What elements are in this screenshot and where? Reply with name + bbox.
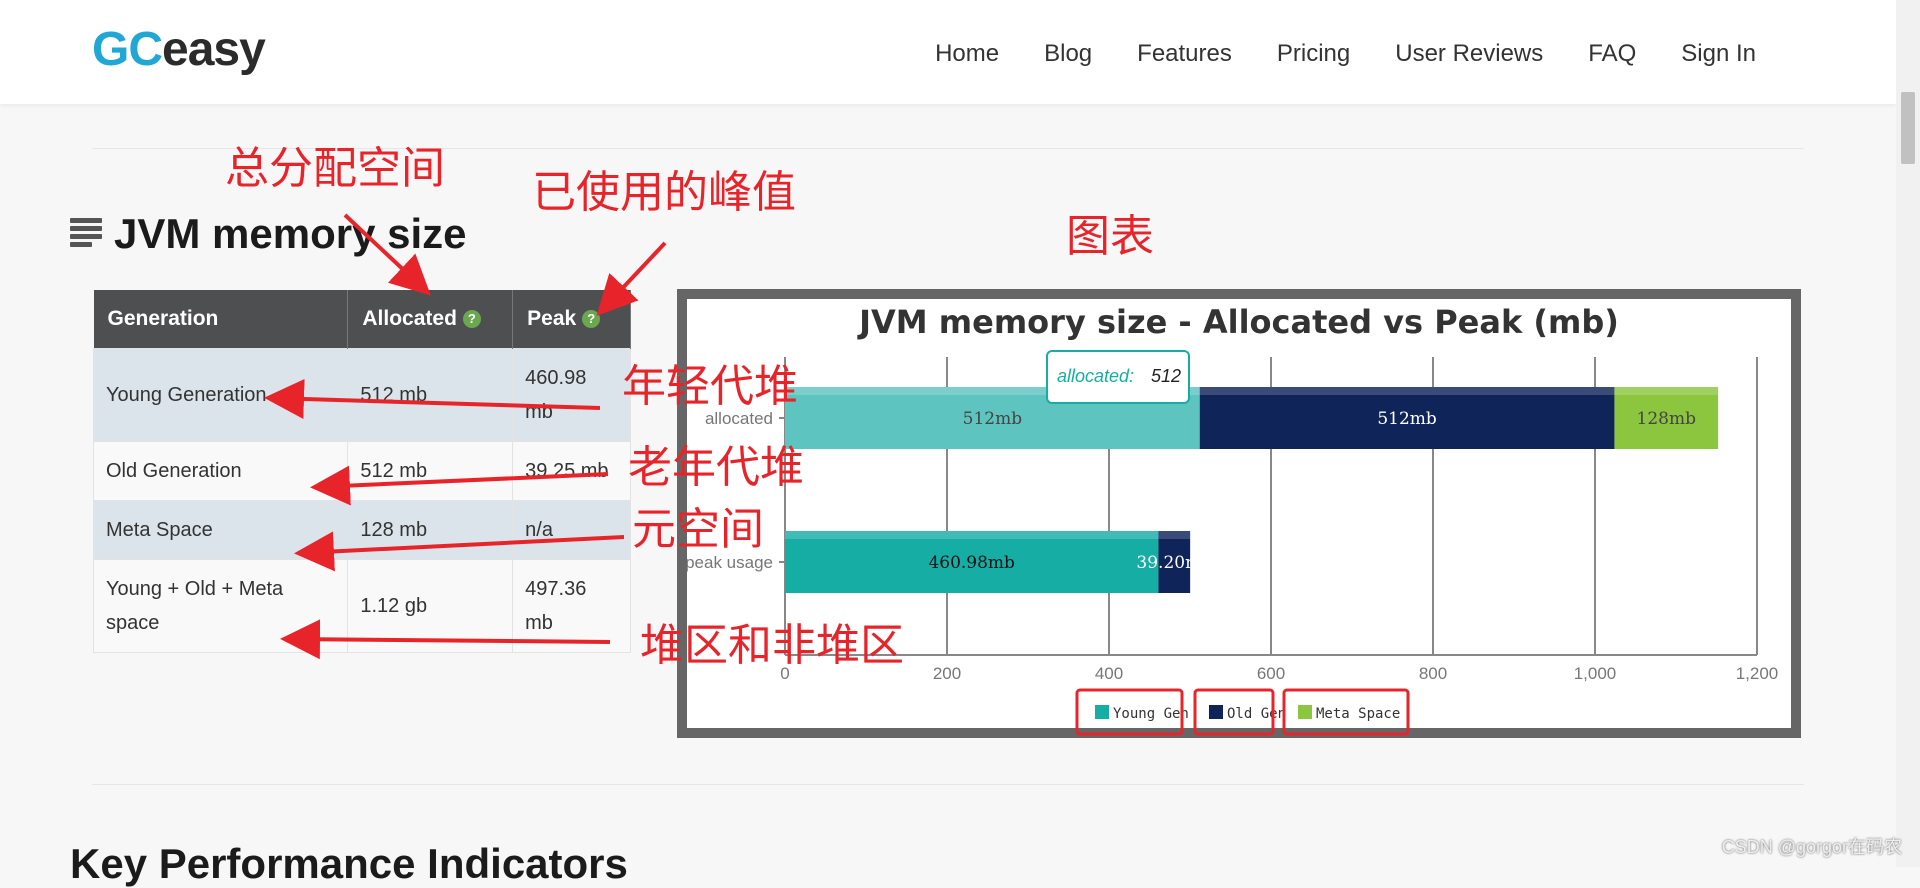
x-tick-label: 800	[1419, 664, 1447, 683]
nav-user-reviews[interactable]: User Reviews	[1395, 40, 1543, 68]
cell-peak: 39.25 mb	[512, 441, 631, 501]
watermark: CSDN @gorgor在码农	[1721, 837, 1902, 857]
table-header-row: Generation Allocated? Peak?	[93, 290, 631, 349]
scrollbar-thumb[interactable]	[1901, 92, 1915, 164]
section-list-icon	[70, 216, 102, 252]
cell-allocated: 512 mb	[347, 348, 514, 442]
col-generation: Generation	[93, 290, 349, 349]
cell-generation: Young Generation	[92, 348, 349, 442]
table-row: Young Generation 512 mb 460.98 mb	[92, 348, 631, 442]
table-row: Young + Old + Meta space 1.12 gb 497.36 …	[92, 559, 631, 653]
main-nav: Home Blog Features Pricing User Reviews …	[935, 40, 1756, 68]
x-tick-label: 1,000	[1574, 664, 1617, 683]
nav-blog[interactable]: Blog	[1044, 40, 1092, 68]
cell-allocated: 1.12 gb	[347, 559, 514, 653]
gceasy-logo[interactable]: GCeasy	[92, 22, 266, 77]
section-heading: JVM memory size	[70, 210, 467, 258]
cell-peak: n/a	[512, 500, 631, 560]
bar-value-label: 39.20mb	[1136, 553, 1212, 573]
chart-title: JVM memory size - Allocated vs Peak (mb)	[857, 303, 1619, 341]
cell-allocated: 512 mb	[347, 441, 514, 501]
cell-allocated: 128 mb	[347, 500, 514, 560]
section-divider-bottom	[92, 784, 1804, 785]
legend-swatch	[1209, 705, 1223, 719]
memory-size-table: Generation Allocated? Peak? Young Genera…	[92, 290, 631, 653]
top-navbar: GCeasy Home Blog Features Pricing User R…	[0, 0, 1896, 104]
nav-pricing[interactable]: Pricing	[1277, 40, 1350, 68]
logo-gc: GC	[92, 23, 163, 76]
cell-peak: 497.36 mb	[512, 559, 631, 653]
bar-highlight	[1199, 387, 1615, 395]
next-section-title: Key Performance Indicators	[70, 840, 628, 887]
annotation-meta-space: 元空间	[632, 504, 764, 555]
legend-label: Meta Space	[1316, 706, 1400, 722]
annotation-peak-used: 已使用的峰值	[532, 167, 796, 218]
legend-swatch	[1298, 705, 1312, 719]
x-tick-label: 600	[1257, 664, 1285, 683]
cell-peak: 460.98 mb	[512, 348, 631, 442]
bar-highlight	[785, 531, 1159, 539]
y-category-label: peak usage	[687, 553, 773, 572]
table-row: Meta Space 128 mb n/a	[92, 500, 631, 560]
section-title: JVM memory size	[114, 210, 467, 257]
cell-generation: Young + Old + Meta space	[92, 559, 349, 653]
tooltip-value: 512	[1151, 366, 1181, 386]
page-scrollbar[interactable]	[1896, 0, 1920, 867]
nav-features[interactable]: Features	[1137, 40, 1232, 68]
help-icon[interactable]: ?	[582, 310, 601, 329]
bar-value-label: 128mb	[1637, 409, 1697, 429]
annotation-young-heap: 年轻代堆	[622, 361, 798, 412]
cell-generation: Meta Space	[92, 500, 349, 560]
bar-highlight	[1158, 531, 1191, 539]
bar-value-label: 460.98mb	[928, 553, 1015, 573]
col-allocated: Allocated?	[347, 290, 514, 349]
bar-value-label: 512mb	[963, 409, 1023, 429]
legend-label: Young Gen	[1113, 706, 1189, 722]
nav-sign-in[interactable]: Sign In	[1681, 40, 1756, 68]
bar-highlight	[1614, 387, 1719, 395]
help-icon[interactable]: ?	[462, 310, 481, 329]
x-tick-label: 400	[1095, 664, 1123, 683]
x-tick-label: 1,200	[1736, 664, 1779, 683]
nav-faq[interactable]: FAQ	[1588, 40, 1636, 68]
x-tick-label: 200	[933, 664, 961, 683]
col-peak: Peak?	[512, 290, 631, 349]
nav-home[interactable]: Home	[935, 40, 999, 68]
annotation-heap-nonheap: 堆区和非堆区	[640, 620, 904, 671]
legend-label: Old Gen	[1227, 706, 1286, 722]
annotation-old-heap: 老年代堆	[628, 442, 804, 493]
annotation-total-allocated: 总分配空间	[225, 143, 445, 194]
tooltip-label: allocated:	[1057, 366, 1134, 386]
logo-easy: easy	[162, 23, 266, 76]
cell-generation: Old Generation	[92, 441, 349, 501]
legend-swatch	[1095, 705, 1109, 719]
annotation-chart: 图表	[1066, 211, 1154, 262]
bar-value-label: 512mb	[1377, 409, 1437, 429]
table-row: Old Generation 512 mb 39.25 mb	[92, 441, 631, 501]
